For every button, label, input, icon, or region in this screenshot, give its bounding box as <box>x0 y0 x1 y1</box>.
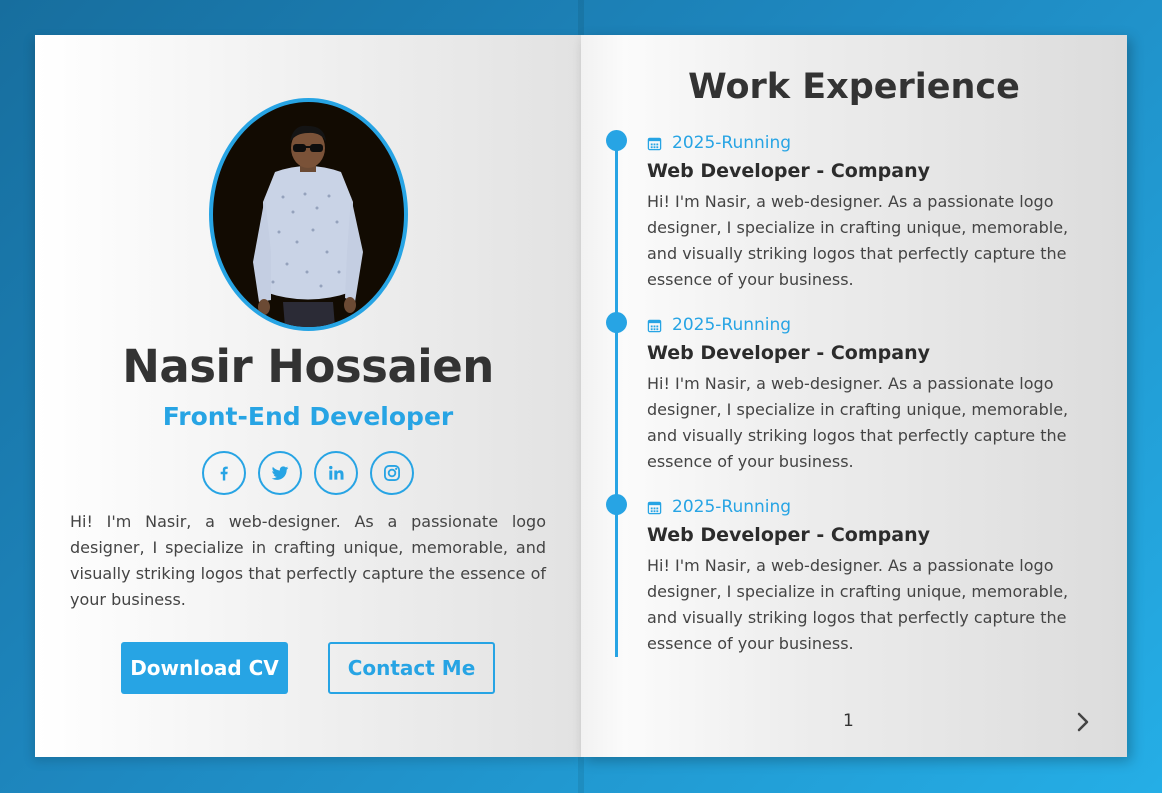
experience-page: Work Experience 2025-Running Web Develop… <box>581 35 1127 757</box>
instagram-link[interactable] <box>370 451 414 495</box>
calendar-icon <box>647 319 662 332</box>
calendar-icon <box>647 501 662 514</box>
twitter-icon <box>271 466 289 480</box>
linkedin-link[interactable] <box>314 451 358 495</box>
experience-description: Hi! I'm Nasir, a web-designer. As a pass… <box>647 192 1069 289</box>
chevron-right-icon <box>1077 712 1089 732</box>
linkedin-icon <box>329 465 344 480</box>
instagram-icon <box>384 465 400 481</box>
experience-title: Web Developer - Company <box>647 342 930 364</box>
timeline-dot <box>606 494 627 515</box>
experience-date: 2025-Running <box>672 133 792 153</box>
experience-description: Hi! I'm Nasir, a web-designer. As a pass… <box>647 556 1069 653</box>
contact-me-button[interactable]: Contact Me <box>328 642 495 694</box>
experience-title: Web Developer - Company <box>647 524 930 546</box>
avatar <box>209 98 408 331</box>
section-title: Work Experience <box>688 67 1020 107</box>
social-links <box>35 451 581 495</box>
page-number: 1 <box>843 711 854 731</box>
facebook-link[interactable] <box>202 451 246 495</box>
profile-photo <box>253 125 363 327</box>
twitter-link[interactable] <box>258 451 302 495</box>
facebook-icon <box>220 466 228 481</box>
timeline-line <box>615 145 618 657</box>
profile-role: Front-End Developer <box>162 402 454 431</box>
timeline-dot <box>606 312 627 333</box>
timeline-dot <box>606 130 627 151</box>
profile-page: Nasir Hossaien Front-End Developer Hi! I… <box>35 35 581 757</box>
next-page-button[interactable] <box>1071 710 1095 734</box>
experience-title: Web Developer - Company <box>647 160 930 182</box>
experience-date: 2025-Running <box>672 497 792 517</box>
download-cv-button[interactable]: Download CV <box>121 642 288 694</box>
calendar-icon <box>647 137 662 150</box>
experience-description: Hi! I'm Nasir, a web-designer. As a pass… <box>647 374 1069 471</box>
experience-date: 2025-Running <box>672 315 792 335</box>
profile-bio: Hi! I'm Nasir, a web-designer. As a pass… <box>70 512 546 609</box>
profile-name: Nasir Hossaien <box>122 340 494 393</box>
